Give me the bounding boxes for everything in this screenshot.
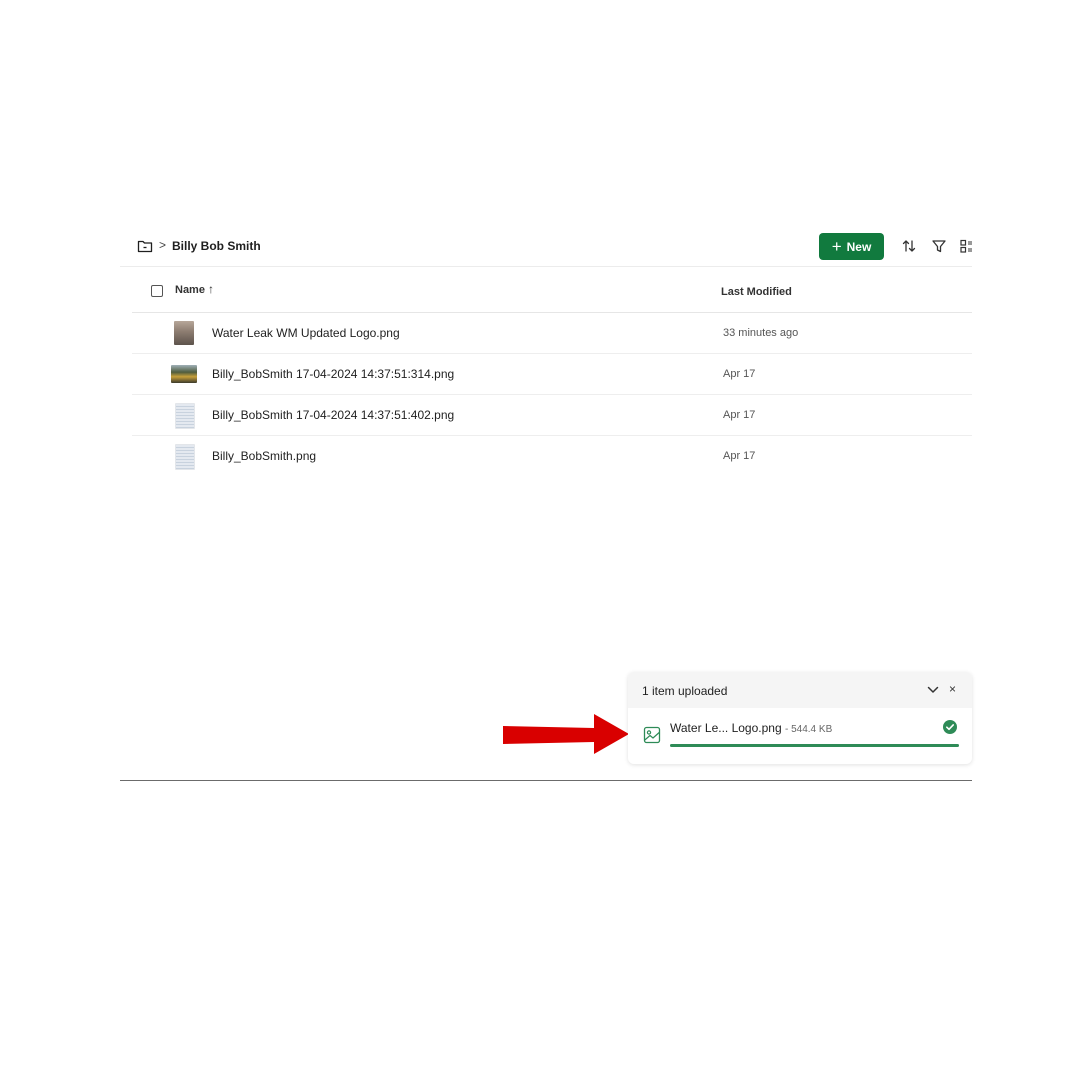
upload-progress-fill <box>670 744 959 747</box>
file-modified: Apr 17 <box>723 409 756 421</box>
upload-item: Water Le... Logo.png - 544.4 KB <box>628 708 972 764</box>
divider <box>120 780 972 781</box>
plus-icon: + <box>831 236 842 256</box>
annotation-arrow-icon <box>503 714 629 754</box>
image-file-icon <box>643 726 661 744</box>
file-modified: Apr 17 <box>723 368 756 380</box>
filter-icon[interactable] <box>931 238 947 254</box>
table-header: Name ↑ Last Modified <box>132 268 972 313</box>
file-name[interactable]: Water Leak WM Updated Logo.png <box>212 326 400 340</box>
column-header-last-modified[interactable]: Last Modified <box>721 286 792 298</box>
image-thumbnail <box>175 403 195 429</box>
folder-icon[interactable] <box>137 238 153 254</box>
chevron-down-icon[interactable] <box>926 684 940 696</box>
view-options-icon[interactable] <box>960 238 972 254</box>
file-modified: 33 minutes ago <box>723 327 799 339</box>
sort-ascending-icon[interactable]: ↑ <box>208 282 214 296</box>
breadcrumb-separator: > <box>159 238 167 252</box>
check-circle-icon <box>943 720 957 734</box>
table-row[interactable]: Billy_BobSmith 17-04-2024 14:37:51:402.p… <box>132 395 972 436</box>
uploaded-file-name[interactable]: Water Le... Logo.png - 544.4 KB <box>670 721 832 735</box>
table-row[interactable]: Billy_BobSmith 17-04-2024 14:37:51:314.p… <box>132 354 972 395</box>
upload-panel-header: 1 item uploaded × <box>628 672 972 708</box>
uploaded-file-size: - 544.4 KB <box>784 724 833 735</box>
sort-icon[interactable] <box>901 238 917 254</box>
file-name[interactable]: Billy_BobSmith 17-04-2024 14:37:51:314.p… <box>212 367 454 381</box>
top-bar: > Billy Bob Smith + New <box>120 228 972 267</box>
upload-progress-bar <box>670 744 959 747</box>
file-list: Water Leak WM Updated Logo.png 33 minute… <box>132 313 972 476</box>
image-thumbnail <box>175 444 195 470</box>
file-modified: Apr 17 <box>723 450 756 462</box>
uploaded-file-name-text: Water Le... Logo.png <box>670 721 782 735</box>
file-name[interactable]: Billy_BobSmith.png <box>212 449 316 463</box>
image-thumbnail <box>171 365 197 383</box>
new-button-label: New <box>846 239 872 254</box>
file-name[interactable]: Billy_BobSmith 17-04-2024 14:37:51:402.p… <box>212 408 454 422</box>
upload-status-title: 1 item uploaded <box>642 684 728 698</box>
table-row[interactable]: Water Leak WM Updated Logo.png 33 minute… <box>132 313 972 354</box>
column-header-name[interactable]: Name <box>175 284 205 296</box>
select-all-checkbox[interactable] <box>151 285 163 297</box>
close-icon[interactable]: × <box>949 682 956 696</box>
breadcrumb-current-folder[interactable]: Billy Bob Smith <box>172 239 261 253</box>
new-button[interactable]: + New <box>819 233 884 260</box>
table-row[interactable]: Billy_BobSmith.png Apr 17 <box>132 436 972 476</box>
image-thumbnail <box>174 321 194 345</box>
upload-panel: 1 item uploaded × Water Le... Logo.png -… <box>628 672 972 764</box>
